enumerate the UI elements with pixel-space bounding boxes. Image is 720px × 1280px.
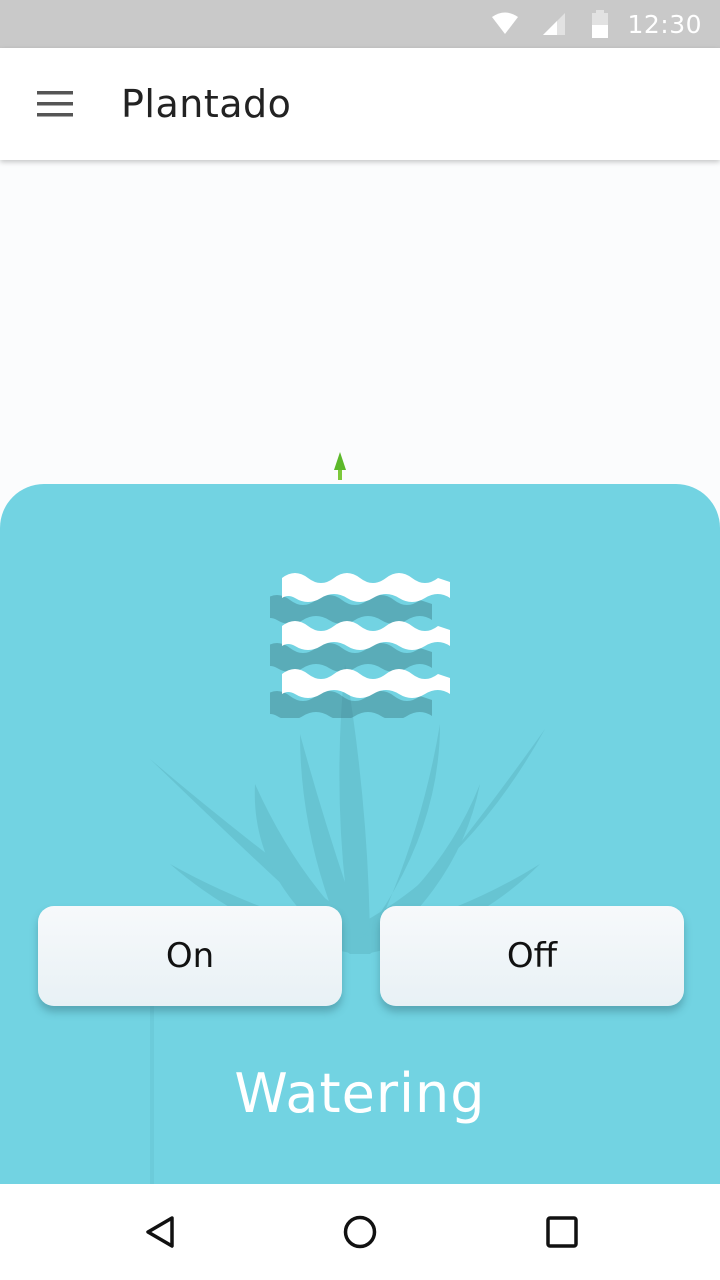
water-waves-icon	[270, 573, 450, 718]
home-icon	[343, 1215, 377, 1249]
navigation-bar	[0, 1184, 720, 1280]
recents-icon	[546, 1216, 578, 1248]
watering-panel: On Off Watering	[0, 484, 720, 1184]
off-button[interactable]: Off	[380, 906, 684, 1006]
home-button[interactable]	[330, 1202, 390, 1262]
hamburger-menu-icon	[37, 91, 73, 117]
status-clock: 12:30	[627, 9, 702, 39]
battery-icon	[592, 10, 609, 38]
status-bar: 12:30	[0, 0, 720, 48]
app-title: Plantado	[121, 82, 292, 126]
status-icons: 12:30	[491, 0, 702, 48]
watering-label: Watering	[234, 1062, 486, 1125]
cellular-signal-icon	[543, 13, 566, 35]
on-button[interactable]: On	[38, 906, 342, 1006]
main-content: On Off Watering	[0, 160, 720, 1184]
back-icon	[146, 1216, 174, 1248]
recents-button[interactable]	[532, 1202, 592, 1262]
wifi-icon	[492, 12, 519, 34]
app-bar: Plantado	[0, 48, 720, 160]
menu-button[interactable]	[26, 74, 86, 134]
back-button[interactable]	[130, 1202, 190, 1262]
